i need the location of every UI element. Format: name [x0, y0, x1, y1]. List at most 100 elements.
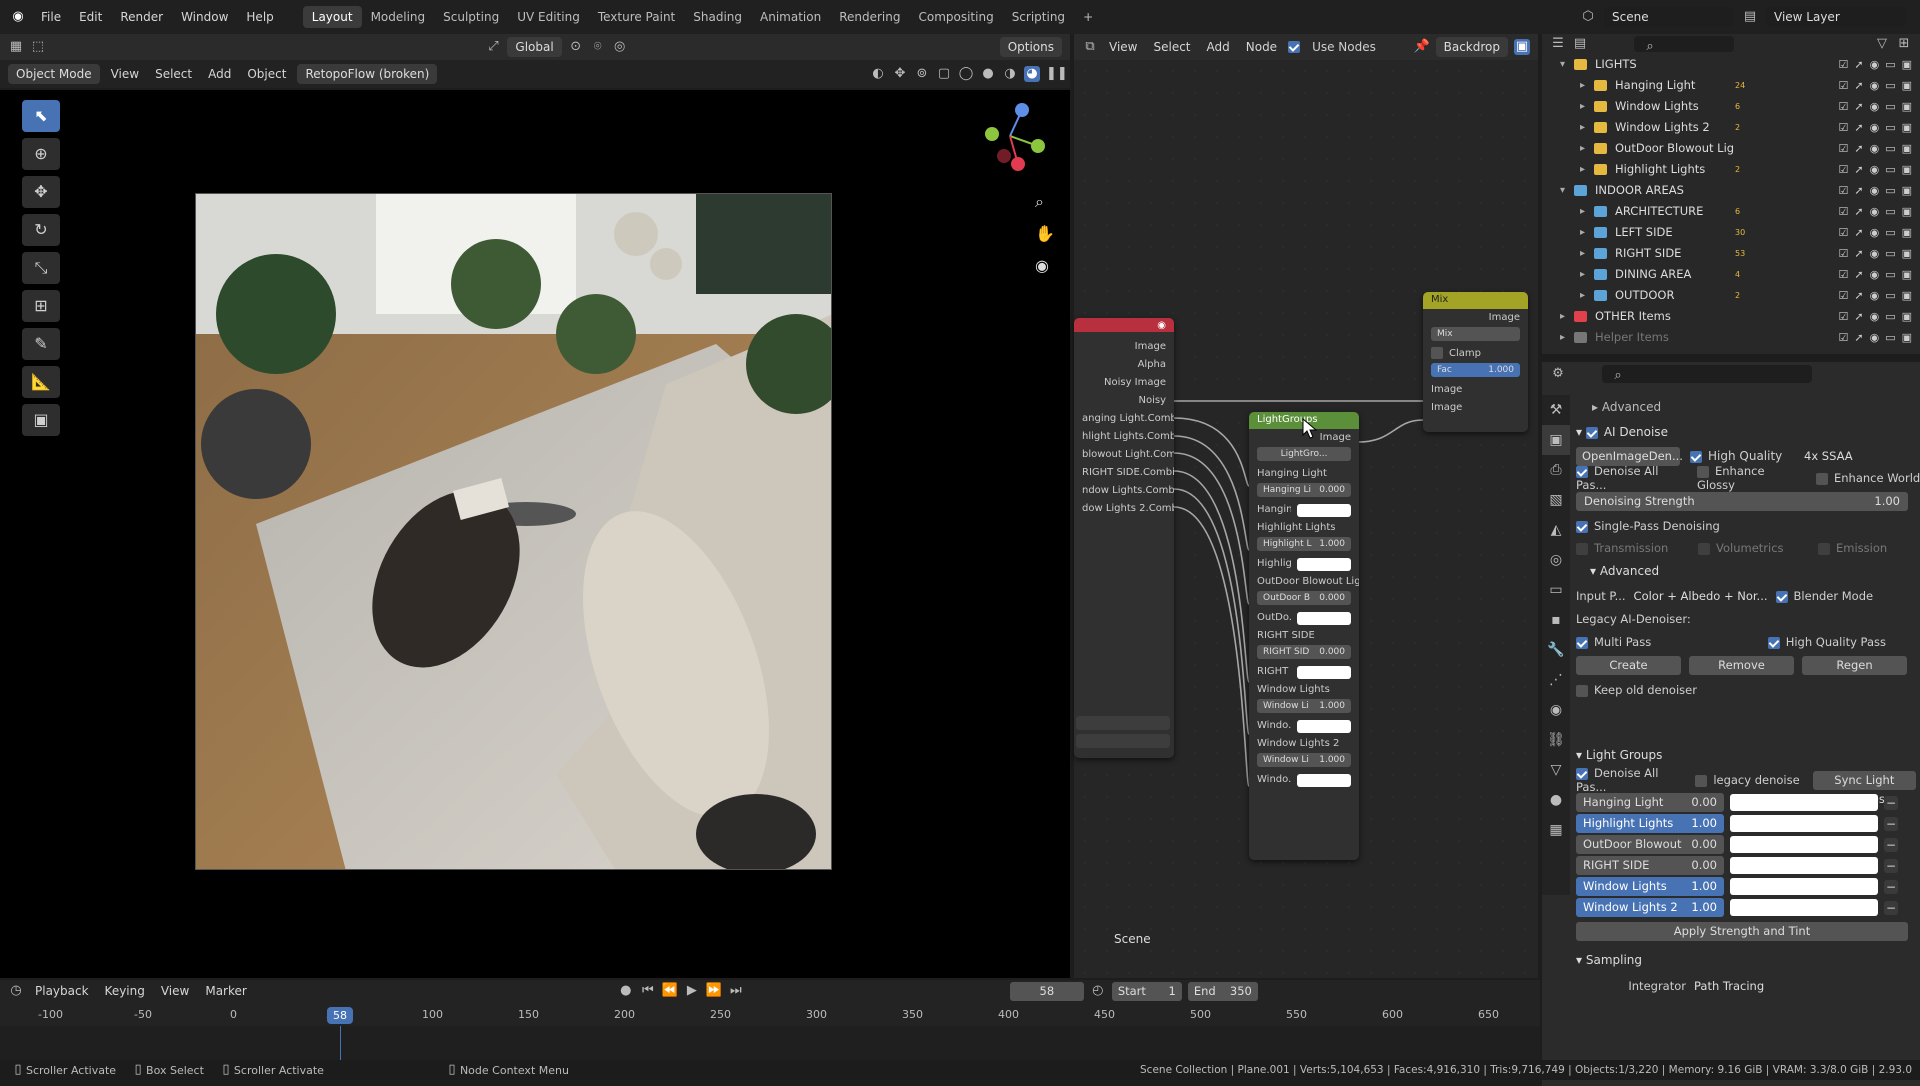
select-arrow-icon[interactable]: ➚: [1854, 138, 1863, 159]
camera-render-icon[interactable]: ▣: [1902, 243, 1912, 264]
expand-arrow-down-icon[interactable]: ▸: [1560, 306, 1574, 327]
viewport-monitor-icon[interactable]: ▭: [1885, 138, 1895, 159]
fac-slider[interactable]: Fac 1.000: [1431, 363, 1520, 377]
expand-arrow-right-icon[interactable]: ▸: [1580, 285, 1594, 306]
menu-edit[interactable]: Edit: [70, 0, 111, 34]
next-keyframe-icon[interactable]: ⏩: [706, 983, 722, 999]
properties-type-icon[interactable]: ⚙: [1550, 366, 1566, 382]
transform-tool-icon[interactable]: ⊞: [22, 290, 60, 322]
light-group-tint-swatch[interactable]: [1730, 857, 1878, 874]
timeline-ruler[interactable]: -100-50050100150200250300350400450500550…: [0, 1006, 1540, 1026]
render-tab-icon[interactable]: ▣: [1542, 425, 1570, 455]
viewport-menu-object[interactable]: Object: [242, 60, 291, 88]
integrator-dropdown[interactable]: Path Tracing: [1694, 976, 1886, 996]
expand-arrow-right-icon[interactable]: ▸: [1580, 222, 1594, 243]
scene-field[interactable]: [1076, 716, 1170, 730]
select-arrow-icon[interactable]: ➚: [1854, 180, 1863, 201]
camera-render-icon[interactable]: ▣: [1902, 327, 1912, 348]
expand-arrow-right-icon[interactable]: ▸: [1580, 264, 1594, 285]
expand-arrow-right-icon[interactable]: ▸: [1580, 117, 1594, 138]
lightgroup-strength-field[interactable]: Hanging Li 0.000: [1257, 483, 1351, 497]
camera-render-icon[interactable]: ▣: [1902, 117, 1912, 138]
measure-tool-icon[interactable]: 📐: [22, 366, 60, 398]
ai-denoise-header[interactable]: ▾ AI Denoise: [1576, 419, 1916, 445]
scene-tab-icon[interactable]: ◭: [1542, 515, 1570, 545]
eye-icon[interactable]: ◉: [1870, 138, 1880, 159]
select-arrow-icon[interactable]: ➚: [1854, 222, 1863, 243]
camera-render-icon[interactable]: ▣: [1902, 54, 1912, 75]
include-checkbox-icon[interactable]: ☑: [1838, 306, 1848, 327]
particles-tab-icon[interactable]: ⋰: [1542, 665, 1570, 695]
outliner-row[interactable]: ▾ INDOOR AREAS ☑ ➚ ◉ ▭ ▣: [1542, 180, 1920, 201]
select-arrow-icon[interactable]: ➚: [1854, 327, 1863, 348]
new-collection-icon[interactable]: ⊞: [1896, 36, 1912, 52]
remove-light-group-icon[interactable]: −: [1884, 816, 1898, 831]
viewport-monitor-icon[interactable]: ▭: [1885, 96, 1895, 117]
display-mode-icon[interactable]: ▤: [1572, 36, 1588, 52]
eye-icon[interactable]: ◉: [1870, 201, 1880, 222]
material-tab-icon[interactable]: ●: [1542, 785, 1570, 815]
end-frame-field[interactable]: End 350: [1187, 981, 1258, 1001]
include-checkbox-icon[interactable]: ☑: [1838, 54, 1848, 75]
move-tool-icon[interactable]: ✥: [22, 176, 60, 208]
emission-checkbox[interactable]: [1818, 542, 1830, 555]
ai-denoise-checkbox[interactable]: [1585, 426, 1598, 439]
viewport-monitor-icon[interactable]: ▭: [1885, 327, 1895, 348]
lightgroup-color-swatch[interactable]: [1297, 665, 1351, 679]
light-group-strength[interactable]: Hanging Light 0.00: [1576, 793, 1724, 812]
remove-light-group-icon[interactable]: −: [1884, 879, 1898, 894]
texture-tab-icon[interactable]: ▦: [1542, 815, 1570, 845]
single-pass-checkbox[interactable]: [1576, 520, 1588, 533]
high-quality-pass-checkbox[interactable]: [1767, 636, 1780, 649]
outliner-row[interactable]: ▸ Hanging Light 24 ☑ ➚ ◉ ▭ ▣: [1542, 75, 1920, 96]
prev-keyframe-icon[interactable]: ⏪: [662, 983, 678, 999]
record-icon[interactable]: ●: [618, 983, 634, 999]
include-checkbox-icon[interactable]: ☑: [1838, 285, 1848, 306]
select-tool-icon[interactable]: ⬉: [22, 100, 60, 132]
lightgroup-strength-field[interactable]: Window Li 1.000: [1257, 699, 1351, 713]
filter-icon[interactable]: ▽: [1874, 36, 1890, 52]
tab-uv-editing[interactable]: UV Editing: [508, 6, 589, 28]
eye-icon[interactable]: ◉: [1870, 180, 1880, 201]
light-group-strength[interactable]: RIGHT SIDE 0.00: [1576, 856, 1724, 875]
properties-search[interactable]: ⌕: [1602, 365, 1812, 383]
outliner-row[interactable]: ▸ OutDoor Blowout Light ☑ ➚ ◉ ▭ ▣: [1542, 138, 1920, 159]
expand-arrow-right-icon[interactable]: ▸: [1580, 96, 1594, 117]
viewport-menu-add[interactable]: Add: [203, 60, 236, 88]
eye-icon[interactable]: ◉: [1870, 117, 1880, 138]
blender-mode-checkbox[interactable]: [1775, 590, 1788, 603]
include-checkbox-icon[interactable]: ☑: [1838, 264, 1848, 285]
orientation-dropdown[interactable]: Global: [507, 37, 562, 57]
wireframe-shading-icon[interactable]: ◯: [958, 66, 974, 82]
volumetrics-checkbox[interactable]: [1698, 542, 1710, 555]
outliner-row[interactable]: ▸ Helper Items ☑ ➚ ◉ ▭ ▣: [1542, 327, 1920, 348]
remove-light-group-icon[interactable]: −: [1884, 795, 1898, 810]
node-menu-view[interactable]: View: [1104, 34, 1142, 60]
lightgroup-color-swatch[interactable]: [1297, 773, 1351, 787]
timeline-type-icon[interactable]: ◷: [8, 983, 24, 999]
menu-help[interactable]: Help: [237, 0, 282, 34]
camera-render-icon[interactable]: ▣: [1902, 159, 1912, 180]
select-arrow-icon[interactable]: ➚: [1854, 75, 1863, 96]
camera-render-icon[interactable]: ▣: [1902, 75, 1912, 96]
viewport-monitor-icon[interactable]: ▭: [1885, 201, 1895, 222]
backdrop-channels-icon[interactable]: ▣: [1514, 39, 1530, 55]
viewport-monitor-icon[interactable]: ▭: [1885, 264, 1895, 285]
viewport-monitor-icon[interactable]: ▭: [1885, 222, 1895, 243]
tab-layout[interactable]: Layout: [302, 6, 362, 28]
eye-icon[interactable]: ◉: [1870, 243, 1880, 264]
high-quality-checkbox[interactable]: [1690, 450, 1702, 463]
clamp-checkbox[interactable]: [1431, 347, 1443, 359]
light-groups-header[interactable]: ▾ Light Groups: [1576, 742, 1916, 768]
camera-render-icon[interactable]: ▣: [1902, 201, 1912, 222]
render-layers-header[interactable]: ◉: [1074, 318, 1174, 332]
navigation-gizmo[interactable]: [970, 96, 1050, 176]
zoom-icon[interactable]: ⌕: [1035, 186, 1055, 218]
physics-tab-icon[interactable]: ◉: [1542, 695, 1570, 725]
light-group-tint-swatch[interactable]: [1730, 794, 1878, 811]
camera-render-icon[interactable]: ▣: [1902, 285, 1912, 306]
legacy-denoise-checkbox[interactable]: [1695, 774, 1708, 787]
select-arrow-icon[interactable]: ➚: [1854, 243, 1863, 264]
light-group-strength[interactable]: Window Lights 1.00: [1576, 877, 1724, 896]
playhead[interactable]: 58: [327, 1007, 353, 1024]
